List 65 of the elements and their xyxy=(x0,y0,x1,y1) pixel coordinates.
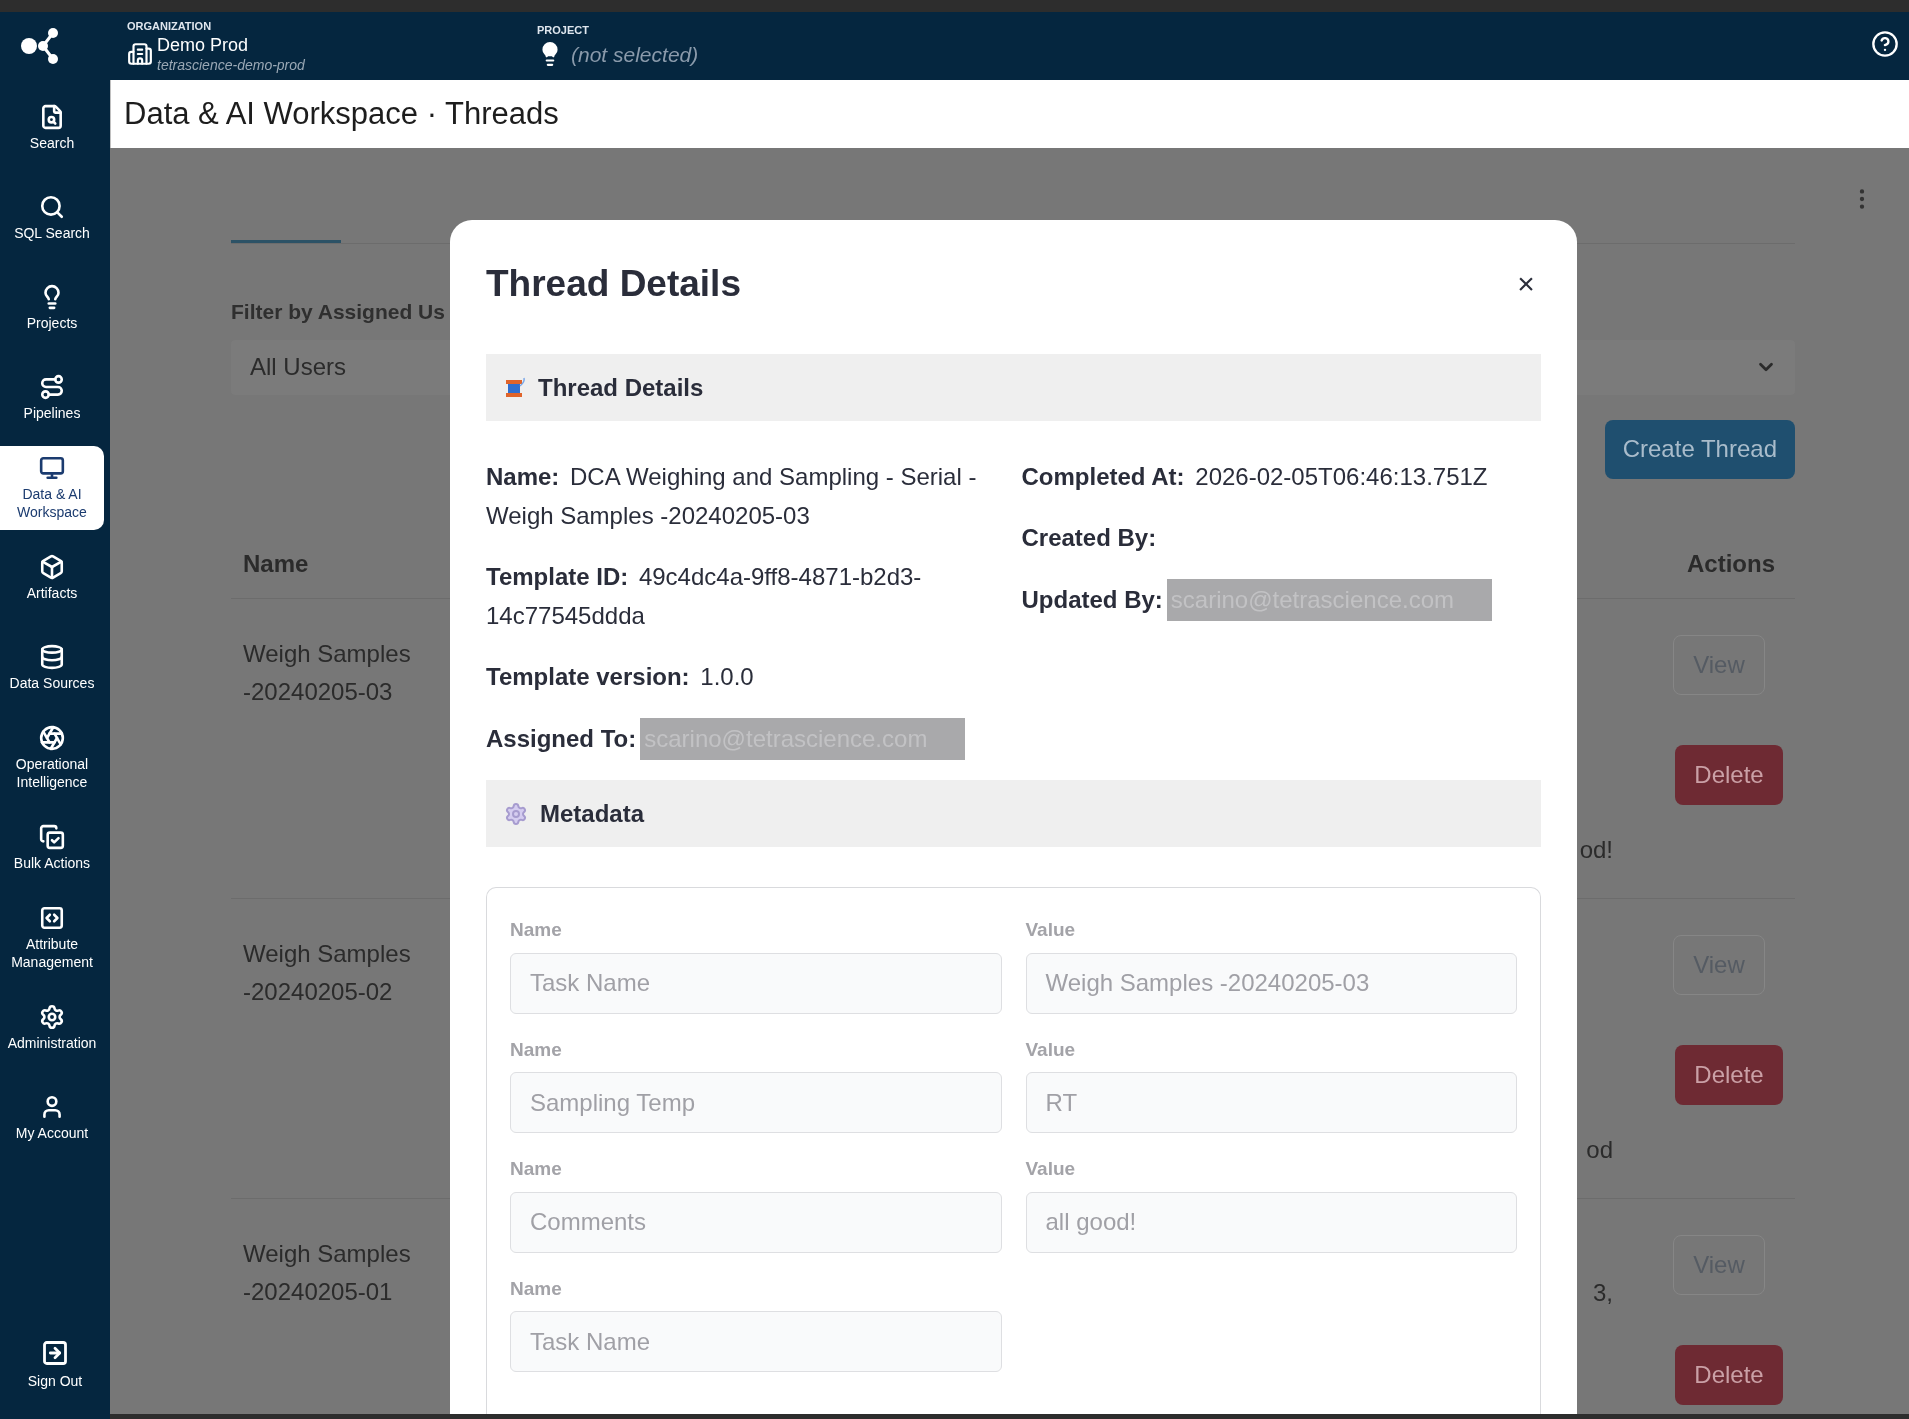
column-header: Actions xyxy=(1687,548,1775,579)
aperture-icon xyxy=(39,725,65,751)
org-slug: tetrascience-demo-prod xyxy=(157,56,305,75)
detail-label: Assigned To: xyxy=(486,725,637,752)
checklist-icon xyxy=(39,824,65,850)
project-label: PROJECT xyxy=(537,23,590,38)
field-label: Name xyxy=(510,1157,563,1181)
sidebar-item[interactable]: Operational Intelligence xyxy=(0,716,104,800)
building-icon xyxy=(127,41,153,68)
org-name: Demo Prod xyxy=(157,34,250,57)
section-title: Metadata xyxy=(540,798,645,829)
detail-label: Updated By: xyxy=(1021,586,1163,613)
filter-label: Filter by Assigned Us xyxy=(231,299,446,325)
table-cell-text: Weigh Samples -20240205-03 xyxy=(243,638,412,707)
detail-line: Name: DCA Weighing and Sampling - Serial - Weigh Samples -20240205-03 xyxy=(486,462,978,531)
search-icon xyxy=(39,194,65,220)
delete-button[interactable]: Delete xyxy=(1675,1344,1783,1405)
delete-button[interactable]: Delete xyxy=(1675,744,1783,805)
sidebar-item[interactable]: Bulk Actions xyxy=(0,806,104,890)
cube-icon xyxy=(39,554,65,580)
sidebar-item[interactable]: Pipelines xyxy=(0,356,104,440)
sidebar-item[interactable]: Search xyxy=(0,86,104,170)
dialog-title: Thread Details xyxy=(486,262,741,307)
column-header: Name xyxy=(243,548,309,579)
table-cell-text: od! xyxy=(1579,834,1613,865)
file-search-icon xyxy=(39,104,65,130)
table-cell-text: 3, xyxy=(1593,1277,1613,1308)
sidebar-item[interactable]: Administration xyxy=(0,986,104,1070)
close-button[interactable]: × xyxy=(1511,269,1541,299)
spool-icon xyxy=(504,376,526,399)
detail-line: Template ID: 49c4dc4a-9ff8-4871-b2d3-14c77545ddda xyxy=(486,562,923,631)
detail-line: Template version: 1.0.0 xyxy=(486,662,755,692)
help-icon[interactable] xyxy=(1871,30,1899,58)
page-title: Data & AI Workspace · Threads xyxy=(124,94,559,133)
org-label: ORGANIZATION xyxy=(127,18,213,34)
gear-icon xyxy=(504,801,528,826)
project-value[interactable]: (not selected) xyxy=(571,38,699,70)
table-cell-text: Weigh Samples -20240205-01 xyxy=(243,1238,412,1307)
sign-out-icon xyxy=(41,1338,69,1367)
sidebar-item[interactable]: Sign Out xyxy=(0,1323,110,1407)
section-title: Thread Details xyxy=(538,372,704,403)
settings-icon xyxy=(39,1004,65,1030)
field-label: Value xyxy=(1025,1157,1077,1181)
table-cell-text: od xyxy=(1586,1134,1613,1165)
delete-button[interactable]: Delete xyxy=(1675,1044,1783,1105)
field-label: Value xyxy=(1025,918,1077,942)
detail-line: Completed At: 2026-02-05T06:46:13.751Z xyxy=(1021,462,1489,492)
database-icon xyxy=(39,644,65,670)
sidebar-item[interactable]: Attribute Management xyxy=(0,896,104,980)
field-label: Name xyxy=(510,1276,563,1301)
sidebar-item[interactable]: Data & AI Workspace xyxy=(0,446,104,530)
field-label: Name xyxy=(510,1037,563,1062)
detail-line: Created By: xyxy=(1021,523,1158,553)
field-label: Value xyxy=(1025,1037,1077,1062)
sidebar-item[interactable]: SQL Search xyxy=(0,176,104,260)
table-cell-text: Weigh Samples -20240205-02 xyxy=(243,938,412,1007)
sidebar-item[interactable]: Artifacts xyxy=(0,536,104,620)
monitor-icon xyxy=(39,455,65,481)
sidebar-item[interactable]: Projects xyxy=(0,266,104,350)
field-label: Name xyxy=(510,918,563,942)
sidebar-item[interactable]: Data Sources xyxy=(0,626,104,710)
code-icon xyxy=(39,905,65,931)
route-icon xyxy=(39,374,65,400)
sidebar-item[interactable]: My Account xyxy=(0,1076,104,1160)
create-thread-button[interactable]: Create Thread xyxy=(1604,419,1795,479)
